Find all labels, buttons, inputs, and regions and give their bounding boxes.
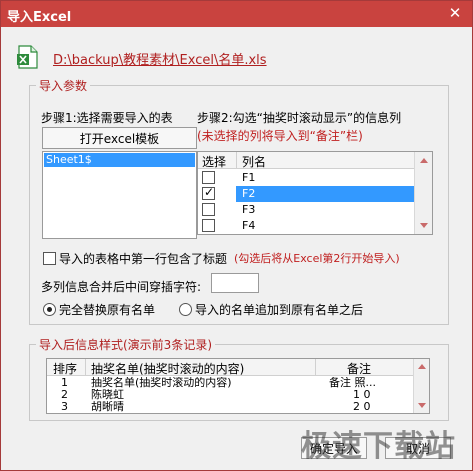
step1-label: 步骤1:选择需要导入的表 — [41, 111, 173, 125]
preview-cell-name: 胡晰晴 — [91, 401, 124, 413]
column-grid-header: 选择 列名 — [198, 152, 414, 169]
preview-cell-name: 陈晓虹 — [91, 389, 124, 401]
window-title: 导入Excel — [7, 10, 72, 25]
preview-row: 3 胡晰晴 2 0 — [47, 401, 413, 413]
radio-append-label[interactable]: 导入的名单追加到原有名单之后 — [195, 301, 363, 318]
column-row-f1[interactable]: F1 — [198, 170, 414, 186]
sheet-item-sheet1[interactable]: Sheet1$ — [44, 153, 195, 167]
preview-cell-note: 1 0 — [353, 389, 371, 401]
watermark-text: 极速下载站 — [301, 429, 456, 464]
column-name-f1: F1 — [242, 171, 256, 184]
column-name-f2: F2 — [236, 186, 414, 202]
preview-header-index: 排序 — [53, 362, 78, 376]
file-path-link[interactable]: D:\backup\教程素材\Excel\名单.xls — [53, 49, 267, 68]
preview-legend: 导入后信息样式(演示前3条记录) — [36, 336, 215, 353]
step2-label: 步骤2:勾选“抽奖时滚动显示”的信息列 — [197, 111, 402, 125]
column-select-grid: 选择 列名 F1 F2 F3 F4 — [197, 151, 433, 235]
import-params-legend: 导入参数 — [36, 77, 91, 94]
preview-row: 1 抽奖名单(抽奖时滚动的内容) 备注 照... — [47, 377, 413, 389]
scroll-down-icon[interactable] — [420, 223, 428, 228]
preview-table: 排序 抽奖名单(抽奖时滚动的内容) 备注 1 抽奖名单(抽奖时滚动的内容) 备注… — [46, 358, 430, 414]
column-name-f3: F3 — [242, 203, 256, 216]
preview-row: 2 陈晓虹 1 0 — [47, 389, 413, 401]
column-name-f4: F4 — [242, 219, 256, 232]
header-column-name: 列名 — [242, 155, 267, 169]
import-excel-dialog: 导入Excel ✕ D:\backup\教程素材\Excel\名单.xls 导入… — [0, 0, 473, 471]
separator-input[interactable] — [211, 273, 259, 293]
column-checkbox-f3[interactable] — [202, 203, 215, 216]
preview-cell-index: 1 — [61, 377, 68, 389]
separator-label: 多列信息合并后中间穿插字符: — [41, 280, 202, 294]
preview-header-note: 备注 — [347, 362, 372, 376]
column-row-f3[interactable]: F3 — [198, 202, 414, 218]
radio-replace-label[interactable]: 完全替换原有名单 — [59, 301, 155, 318]
preview-header-name: 抽奖名单(抽奖时滚动的内容) — [91, 362, 245, 376]
column-checkbox-f2[interactable] — [202, 186, 215, 200]
radio-append[interactable] — [179, 303, 192, 316]
preview-cell-name: 抽奖名单(抽奖时滚动的内容) — [91, 377, 232, 389]
column-checkbox-f4[interactable] — [202, 219, 215, 232]
step2-note: (未选择的列将导入到“备注”栏) — [197, 129, 363, 143]
radio-replace[interactable] — [43, 303, 56, 316]
scroll-down-icon[interactable] — [418, 403, 426, 408]
preview-scrollbar[interactable] — [413, 359, 429, 413]
preview-header: 排序 抽奖名单(抽奖时滚动的内容) 备注 — [47, 359, 413, 376]
scroll-up-icon[interactable] — [418, 364, 426, 369]
excel-file-icon — [17, 45, 38, 69]
preview-cell-index: 2 — [61, 389, 68, 401]
column-row-f2[interactable]: F2 — [198, 186, 414, 202]
sheet-list[interactable]: Sheet1$ — [42, 151, 197, 239]
header-select: 选择 — [202, 155, 227, 169]
column-checkbox-f1[interactable] — [202, 171, 215, 184]
column-grid-scrollbar[interactable] — [414, 152, 432, 234]
open-template-button[interactable]: 打开excel模板 — [42, 127, 197, 149]
preview-cell-note: 备注 照... — [329, 377, 376, 389]
header-row-note: (勾选后将从Excel第2行开始导入) — [234, 252, 400, 265]
header-row-checkbox[interactable] — [43, 252, 56, 265]
close-icon[interactable]: ✕ — [446, 4, 464, 22]
header-row-label[interactable]: 导入的表格中第一行包含了标题 — [59, 250, 227, 267]
scroll-up-icon[interactable] — [420, 158, 428, 163]
preview-cell-note: 2 0 — [353, 401, 371, 413]
column-row-f4[interactable]: F4 — [198, 218, 414, 234]
title-bar[interactable]: 导入Excel ✕ — [1, 1, 472, 27]
preview-cell-index: 3 — [61, 401, 68, 413]
